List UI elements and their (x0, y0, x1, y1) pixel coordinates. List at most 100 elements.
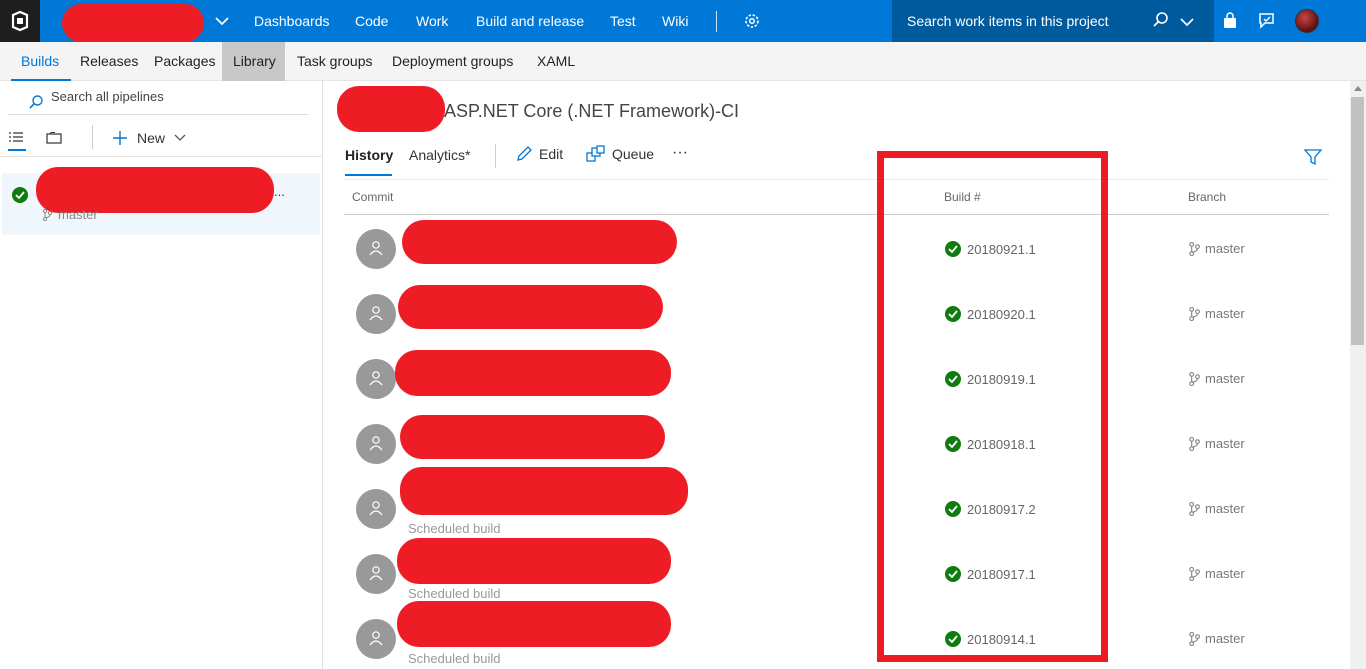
tab-packages[interactable]: Packages (154, 42, 215, 81)
nav-dashboards[interactable]: Dashboards (254, 0, 330, 42)
chevron-down-icon (174, 134, 186, 141)
column-header-commit[interactable]: Commit (352, 190, 393, 204)
branch-icon (1189, 501, 1200, 516)
person-icon (369, 371, 383, 386)
person-icon (369, 631, 383, 646)
tab-deployment-groups[interactable]: Deployment groups (392, 42, 513, 81)
tab-history[interactable]: History (345, 147, 393, 163)
folder-view-icon[interactable] (46, 131, 62, 149)
success-status-icon (12, 186, 28, 204)
commit-message-redacted[interactable] (397, 601, 671, 647)
pipelines-pane: Search all pipelines New ... master (0, 81, 322, 669)
person-icon (369, 241, 383, 256)
branch-name: master (1205, 241, 1245, 256)
gear-icon[interactable] (742, 11, 764, 31)
pipeline-search[interactable]: Search all pipelines (8, 87, 308, 115)
page-title: ASP.NET Core (.NET Framework)-CI (444, 101, 740, 121)
tab-task-groups[interactable]: Task groups (297, 42, 372, 81)
nav-test[interactable]: Test (610, 0, 636, 42)
branch-name: master (1205, 501, 1245, 516)
user-avatar[interactable] (1295, 9, 1319, 33)
edit-button[interactable]: Edit (515, 145, 563, 163)
build-release-subnav: Builds Releases Packages Library Task gr… (0, 42, 1366, 81)
avatar (356, 424, 396, 464)
project-name-redacted[interactable] (62, 4, 204, 42)
toolbar-divider (92, 125, 93, 149)
commit-subtitle: Scheduled build (408, 586, 501, 601)
avatar (356, 554, 396, 594)
pipeline-branch: master (42, 207, 98, 222)
work-item-search-box[interactable]: Search work items in this project (892, 0, 1214, 42)
search-icon[interactable] (1152, 11, 1170, 34)
pipeline-list-item[interactable]: ... master (2, 167, 320, 235)
branch-icon (1189, 241, 1200, 256)
chevron-down-icon[interactable] (1180, 14, 1194, 32)
tab-releases[interactable]: Releases (80, 42, 138, 81)
avatar (356, 294, 396, 334)
branch-name: master (1205, 306, 1245, 321)
new-button[interactable]: New (112, 130, 186, 146)
column-header-branch[interactable]: Branch (1188, 190, 1226, 204)
person-icon (369, 501, 383, 516)
branch-icon (42, 208, 52, 221)
pipeline-toolbar: New (0, 117, 322, 157)
commit-message-redacted[interactable] (400, 415, 665, 459)
toolbar-separator (344, 179, 1329, 180)
person-icon (369, 436, 383, 451)
marketplace-bag-icon[interactable] (1221, 12, 1239, 35)
chevron-down-icon[interactable] (204, 0, 240, 42)
top-bar: Dashboards Code Work Build and release T… (0, 0, 1366, 42)
commit-message-redacted[interactable] (398, 285, 663, 329)
commit-subtitle: Scheduled build (408, 521, 501, 536)
more-actions-button[interactable]: ··· (672, 144, 688, 162)
tab-xaml[interactable]: XAML (537, 42, 575, 81)
branch-icon (1189, 436, 1200, 451)
plus-icon (113, 131, 127, 145)
branch-name: master (1205, 566, 1245, 581)
branch-icon (1189, 306, 1200, 321)
avatar (356, 489, 396, 529)
feedback-icon[interactable] (1257, 11, 1277, 36)
avatar (356, 359, 396, 399)
tab-library[interactable]: Library (222, 42, 285, 81)
queue-button[interactable]: Queue (586, 145, 654, 163)
commit-message-redacted[interactable] (397, 538, 671, 584)
branch-icon (1189, 631, 1200, 646)
tab-analytics[interactable]: Analytics* (409, 147, 470, 163)
branch-name: master (1205, 631, 1245, 646)
person-icon (369, 566, 383, 581)
annotation-highlight-box (877, 151, 1108, 662)
pipeline-more-button[interactable]: ... (274, 184, 285, 199)
branch-cell: master (1188, 631, 1245, 646)
tab-builds[interactable]: Builds (10, 42, 72, 81)
toolbar-divider (495, 144, 496, 168)
nav-wiki[interactable]: Wiki (662, 0, 688, 42)
branch-cell: master (1188, 306, 1245, 321)
search-input[interactable]: Search work items in this project (907, 13, 1109, 29)
branch-cell: master (1188, 241, 1245, 256)
search-icon (28, 94, 44, 115)
nav-work[interactable]: Work (416, 0, 448, 42)
avatar (356, 619, 396, 659)
scroll-up-arrow-icon[interactable] (1354, 86, 1362, 91)
nav-code[interactable]: Code (355, 0, 388, 42)
nav-build-and-release[interactable]: Build and release (476, 0, 584, 42)
person-icon (369, 306, 383, 321)
branch-name: master (1205, 371, 1245, 386)
branch-cell: master (1188, 371, 1245, 386)
branch-icon (1189, 371, 1200, 386)
commit-message-redacted[interactable] (402, 220, 677, 264)
branch-cell: master (1188, 436, 1245, 451)
branch-name: master (1205, 436, 1245, 451)
nav-divider (716, 11, 717, 32)
scrollbar-thumb[interactable] (1351, 97, 1364, 345)
filter-icon[interactable] (1303, 148, 1323, 171)
vsts-logo-icon[interactable] (0, 0, 40, 42)
commit-subtitle: Scheduled build (408, 651, 501, 666)
commit-message-redacted[interactable] (395, 350, 671, 396)
list-view-icon[interactable] (8, 125, 26, 151)
commit-message-redacted[interactable] (400, 467, 688, 515)
avatar (356, 229, 396, 269)
pipeline-search-input[interactable]: Search all pipelines (51, 89, 164, 104)
branch-cell: master (1188, 566, 1245, 581)
